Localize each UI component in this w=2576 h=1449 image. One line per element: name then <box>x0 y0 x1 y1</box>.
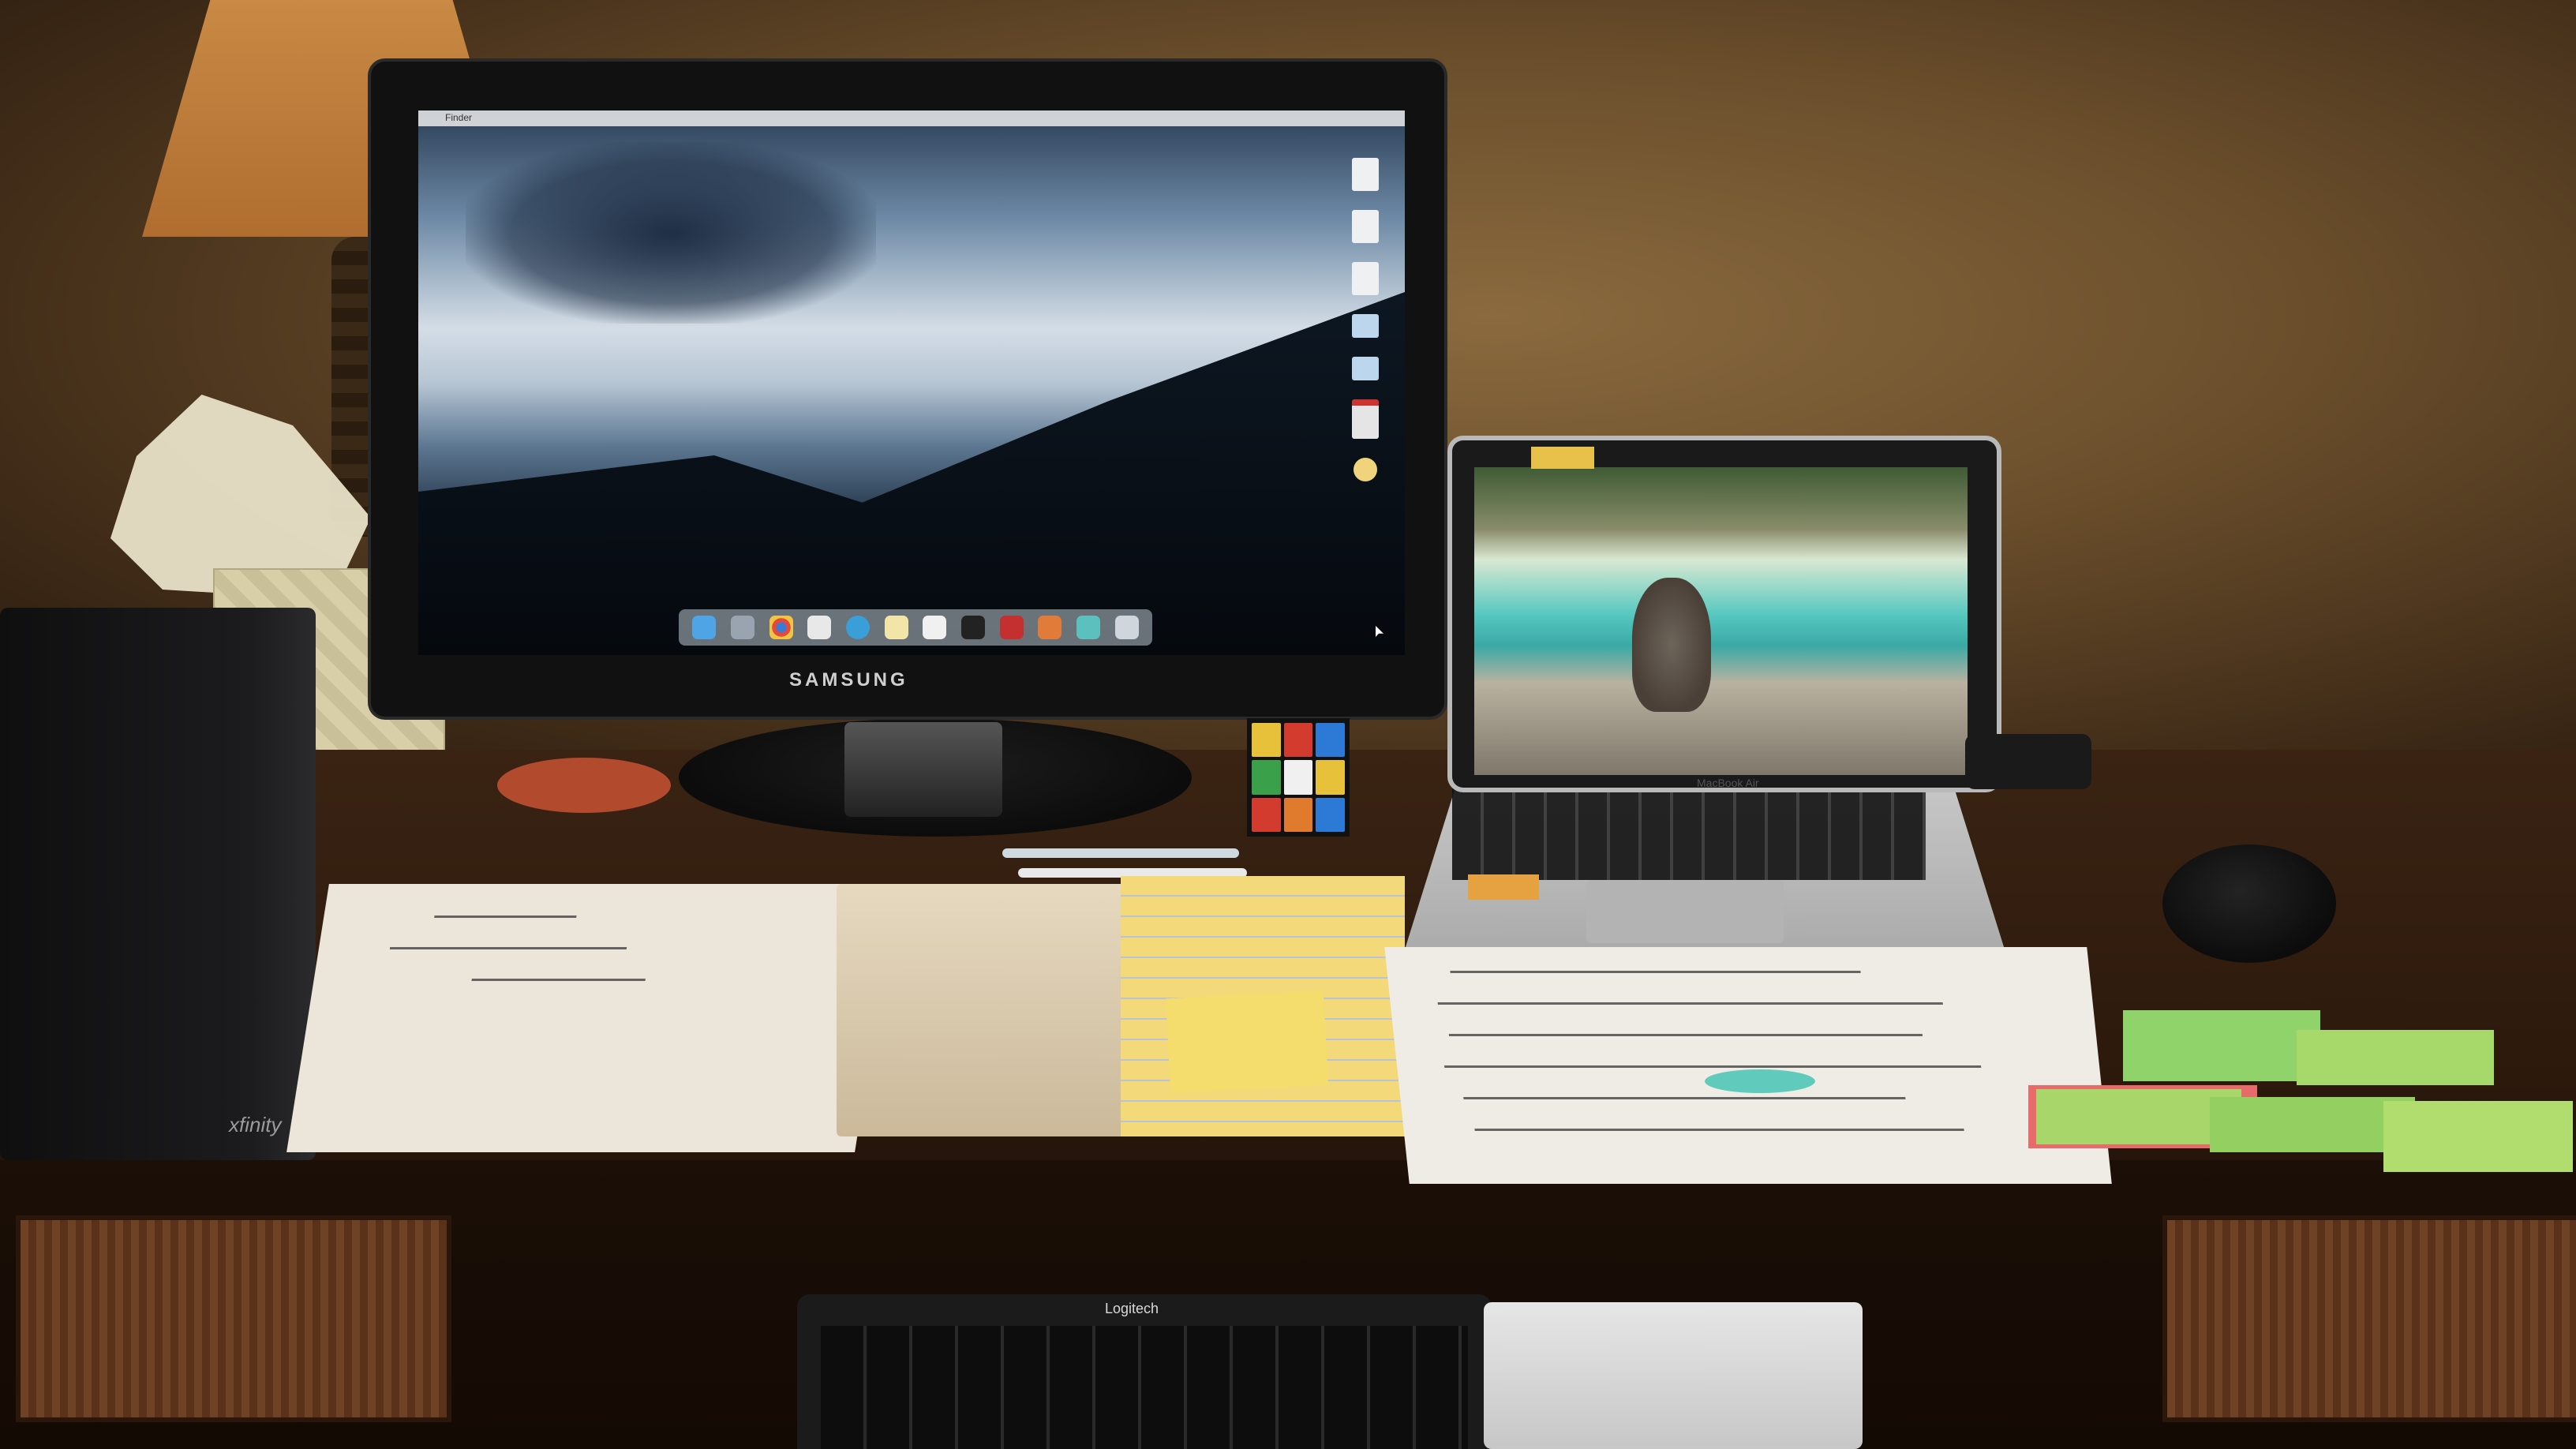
files-icon[interactable] <box>807 616 832 639</box>
menu-bar-app[interactable]: Finder <box>445 112 472 123</box>
sticky-note <box>1165 990 1329 1094</box>
document-icon[interactable] <box>1352 262 1379 295</box>
tape-roll <box>497 758 671 813</box>
laptop-screen <box>1474 467 1968 775</box>
mountain-silhouette <box>418 292 1405 655</box>
app-icon[interactable] <box>1354 458 1377 481</box>
router <box>0 608 316 1160</box>
handwriting-line <box>1474 1129 1964 1131</box>
magic-trackpad <box>1484 1302 1863 1449</box>
handwriting-line <box>1463 1097 1906 1099</box>
document-icon[interactable] <box>1352 210 1379 243</box>
laptop-label: MacBook Air <box>1697 777 1759 789</box>
launchpad-icon[interactable] <box>730 616 754 639</box>
monitor-stand-neck <box>844 722 1002 817</box>
app-icon[interactable] <box>1038 616 1062 639</box>
handwriting-line <box>1450 971 1861 973</box>
safari-icon[interactable] <box>845 616 870 639</box>
folder-icon[interactable] <box>1352 357 1379 380</box>
handwriting-line <box>1437 1002 1943 1005</box>
monitor-screen: Finder <box>418 110 1405 655</box>
sketch-line <box>471 979 646 981</box>
laptop-keyboard <box>1452 785 1926 880</box>
sticky-note <box>2123 1010 2320 1081</box>
menu-bar[interactable]: Finder <box>418 110 1405 126</box>
sketch-paper <box>286 884 897 1152</box>
app-icon[interactable] <box>1076 616 1100 639</box>
acrobat-icon[interactable] <box>999 616 1024 639</box>
handwriting-line <box>1444 1065 1982 1068</box>
samsung-logo: SAMSUNG <box>789 669 908 691</box>
document-icon[interactable] <box>1352 158 1379 191</box>
handwriting-line <box>1448 1034 1923 1036</box>
sticky-note <box>1468 874 1539 900</box>
laptop-trackpad <box>1586 880 1784 943</box>
sticky-note <box>2297 1030 2494 1085</box>
notes-paper <box>1384 947 2112 1184</box>
notebook <box>837 884 1136 1136</box>
terminal-icon[interactable] <box>960 616 985 639</box>
desktop-icons <box>1334 158 1397 481</box>
router-brand-label: xfinity <box>229 1113 282 1136</box>
chrome-icon[interactable] <box>769 616 793 639</box>
drawer-left <box>16 1215 451 1422</box>
sketch-line <box>389 947 627 949</box>
stacked-rocks <box>1632 578 1711 712</box>
finder-icon[interactable] <box>692 616 717 639</box>
trees <box>1474 467 1968 530</box>
trash-icon[interactable] <box>1114 616 1139 639</box>
sticky-note <box>1531 447 1594 469</box>
desk-scene: xfinity Finder SAMSUNG MacBook Air Logit… <box>0 0 2576 1449</box>
drawer-right <box>2162 1215 2576 1422</box>
sticky-note <box>2383 1101 2573 1172</box>
notes-icon[interactable] <box>884 616 908 639</box>
sketch-line <box>434 915 577 918</box>
power-adapter <box>1965 734 2091 789</box>
pdf-icon[interactable] <box>1352 399 1379 439</box>
pen <box>1002 848 1239 858</box>
storm-cloud <box>466 142 876 324</box>
mouse <box>2162 844 2336 963</box>
folder-icon[interactable] <box>1352 314 1379 338</box>
keyboard-keys <box>821 1326 1468 1449</box>
highlight-mark <box>1705 1069 1815 1093</box>
dock <box>679 609 1152 646</box>
rubiks-cube <box>1247 718 1350 837</box>
keyboard-brand-label: Logitech <box>1105 1301 1159 1316</box>
photos-icon[interactable] <box>923 616 947 639</box>
